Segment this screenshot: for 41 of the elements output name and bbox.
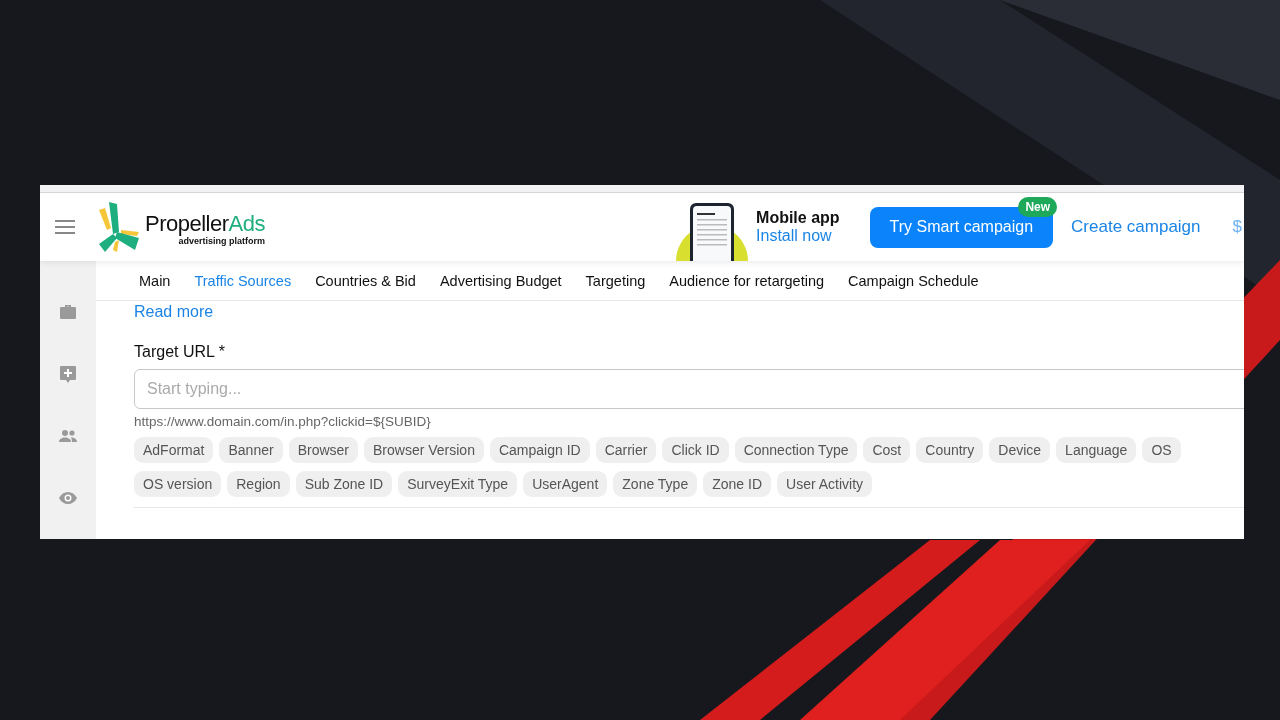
macro-chip[interactable]: User Activity: [777, 471, 873, 497]
macro-chip[interactable]: Zone Type: [613, 471, 698, 497]
tab[interactable]: Advertising Budget: [439, 271, 562, 291]
create-campaign-link[interactable]: Create campaign: [1071, 217, 1201, 237]
tab[interactable]: Main: [139, 271, 171, 291]
macro-chip[interactable]: Device: [989, 437, 1051, 463]
macro-chip[interactable]: Region: [227, 471, 290, 497]
logo-tagline: advertising platform: [178, 236, 265, 246]
macro-chip[interactable]: OS: [1142, 437, 1181, 463]
message-plus-icon[interactable]: [58, 364, 78, 384]
macro-chip[interactable]: Browser Version: [364, 437, 484, 463]
url-hint: https://www.domain.com/in.php?clickid=${SUBID}: [134, 414, 431, 429]
macro-chip[interactable]: Browser: [288, 437, 358, 463]
macro-chip[interactable]: Connection Type: [734, 437, 858, 463]
field-label: Target URL *: [134, 343, 225, 361]
promo-title: Mobile app: [756, 209, 840, 227]
macro-chip[interactable]: Language: [1056, 437, 1137, 463]
macro-chip[interactable]: Zone ID: [703, 471, 771, 497]
macro-chip[interactable]: OS version: [134, 471, 222, 497]
logo-wordmark[interactable]: PropellerAds: [145, 212, 265, 236]
macro-chip[interactable]: Banner: [219, 437, 283, 463]
tab[interactable]: Countries & Bid: [315, 271, 416, 291]
install-link[interactable]: Install now: [756, 227, 840, 245]
tab[interactable]: Campaign Schedule: [848, 271, 979, 291]
tab[interactable]: Audience for retargeting: [669, 271, 825, 291]
target-url-field[interactable]: Start typing...: [134, 369, 1244, 409]
tab[interactable]: Targeting: [585, 271, 646, 291]
macro-chip[interactable]: SurveyExit Type: [398, 471, 518, 497]
macro-chip[interactable]: Cost: [863, 437, 911, 463]
menu-icon[interactable]: [55, 220, 75, 234]
macro-chip[interactable]: Campaign ID: [489, 437, 590, 463]
macro-chip[interactable]: Click ID: [662, 437, 729, 463]
macro-chip[interactable]: AdFormat: [134, 437, 214, 463]
macro-chip[interactable]: Country: [916, 437, 984, 463]
macro-chip[interactable]: UserAgent: [523, 471, 608, 497]
briefcase-icon[interactable]: [58, 302, 78, 322]
new-badge: New: [1018, 196, 1058, 217]
macro-chip[interactable]: Carrier: [595, 437, 657, 463]
read-more-link[interactable]: Read more: [134, 303, 214, 321]
tab[interactable]: Traffic Sources: [194, 271, 292, 291]
macro-chip[interactable]: Sub Zone ID: [295, 471, 393, 497]
